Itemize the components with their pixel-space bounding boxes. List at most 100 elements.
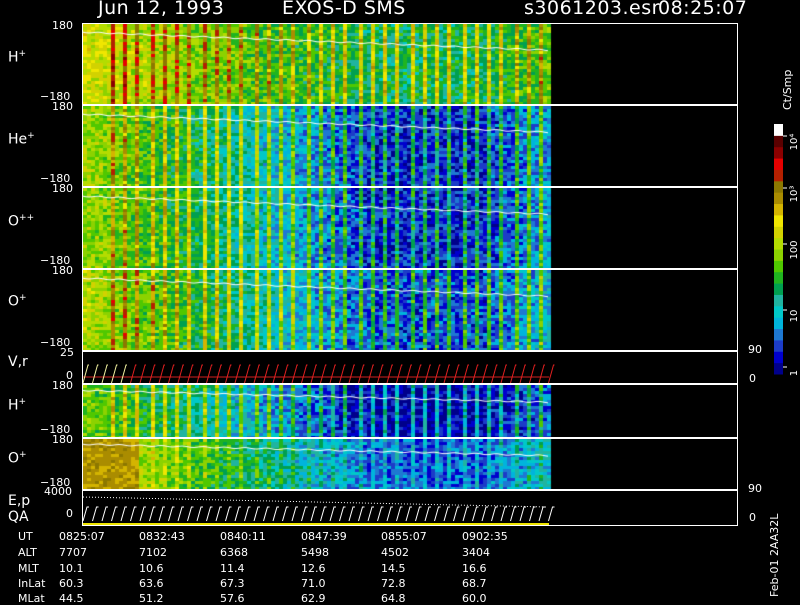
colorbar-swatch [774,135,783,148]
y-tick-top: 180 [52,433,73,446]
vr-trace-segment [462,364,469,383]
colorbar-tick-label: 100 [789,240,800,259]
y-tick-top: 180 [52,19,73,32]
ep-trace-segment [168,506,175,522]
colorbar-tick-label: 1 [789,370,800,376]
line-plot-icon [83,364,555,383]
color-scale-icon: 1 10 100 10³ 10⁴ [774,124,800,376]
ep-trace-segment [310,506,317,522]
colorbar-swatch [774,169,783,182]
vr-trace-segment [348,364,355,383]
orbit-cell: 4502 [381,546,409,559]
vr-trace-segment [149,364,156,383]
vr-trace-segment [253,364,260,383]
colorbar-swatch [774,294,783,307]
right-tick-top: 90 [748,482,762,495]
ep-trace-segment [101,506,108,522]
vr-trace-segment [405,364,412,383]
orbit-cell: 0902:35 [462,530,508,543]
orbit-row-label: UT [18,530,33,543]
colorbar-swatch [774,192,783,205]
vr-trace-segment [529,364,536,383]
ep-trace-segment [377,506,384,522]
colorbar-swatch [774,214,783,227]
y-tick-bottom: 0 [66,507,73,520]
colorbar-swatch [774,351,783,364]
orbit-cell: 16.6 [462,562,487,575]
ep-trace-segment [139,506,146,522]
y-tick-top: 25 [60,346,74,359]
spectrogram-icon [83,270,737,350]
vr-trace-segment [548,364,555,383]
orbit-cell: 67.3 [220,577,245,590]
ep-trace-segment [396,506,403,522]
ep-trace-segment [367,506,374,522]
qa-flag-bar [83,523,549,525]
ion-label-o-plus-2: O+ [8,450,27,467]
line-plot-icon [83,496,555,525]
colorbar-swatch [774,260,783,273]
ep-trace-segment [158,506,165,522]
vr-trace-segment [92,364,99,383]
ep-trace-segment [272,506,279,522]
spectrogram-icon [83,24,737,104]
vr-trace-segment [196,364,203,383]
orbit-cell: 0855:07 [381,530,427,543]
ep-trace-segment [339,506,346,522]
ep-trace-segment [263,506,270,522]
spectrogram-icon [83,106,737,186]
vr-trace-segment [158,364,165,383]
vr-trace-segment [339,364,346,383]
orbit-cell: 63.6 [139,577,164,590]
vr-trace-segment [111,364,118,383]
ep-trace-segment [244,506,251,522]
vr-trace-segment [272,364,279,383]
ep-trace-segment [92,506,99,522]
orbit-cell: 64.8 [381,592,406,605]
vr-trace-segment [510,364,517,383]
vr-trace-segment [120,364,127,383]
vr-trace-segment [358,364,365,383]
y-tick-top: 180 [52,379,73,392]
vr-trace-segment [424,364,431,383]
colorbar-swatch [774,237,783,250]
panel-o-plusplus [82,187,738,269]
ep-trace-segment [291,506,298,522]
ep-trace-segment [196,506,203,522]
colorbar-tick-label: 10 [789,310,800,323]
ep-trace-segment [462,506,469,522]
orbit-row-label: MLat [18,592,45,605]
vr-trace-segment [101,364,108,383]
panel-ep [82,490,738,526]
ep-trace-segment [434,506,441,522]
vr-trace-segment [453,364,460,383]
spectrogram-icon [83,188,737,268]
ep-trace-segment [120,506,127,522]
y-tick-top: 180 [52,182,73,195]
panel-h-plus-2 [82,384,738,438]
colorbar-swatch [774,203,783,216]
ion-label-ep: E,p [8,493,31,509]
vr-trace-segment [367,364,374,383]
ep-trace-segment [301,506,308,522]
vr-trace-segment [168,364,175,383]
ion-label-he-plus: He+ [8,131,35,148]
panel-o-plus-2 [82,438,738,490]
y-tick-top: 180 [52,264,73,277]
vr-trace-segment [130,364,137,383]
vr-trace-segment [187,364,194,383]
ep-trace-segment [481,506,488,522]
colorbar-swatch [774,271,783,284]
ion-label-o-plusplus: O++ [8,213,35,230]
colorbar-swatch [774,146,783,159]
orbit-cell: 0840:11 [220,530,266,543]
ep-trace-segment [405,506,412,522]
ep-trace-segment [225,506,232,522]
vr-trace-segment [83,364,89,383]
vr-trace-segment [301,364,308,383]
vr-trace-segment [491,364,498,383]
panel-he-plus [82,105,738,187]
ep-trace-segment [234,506,241,522]
ep-trace-segment [443,506,450,522]
chart-date: Jun 12, 1993 [98,0,225,19]
